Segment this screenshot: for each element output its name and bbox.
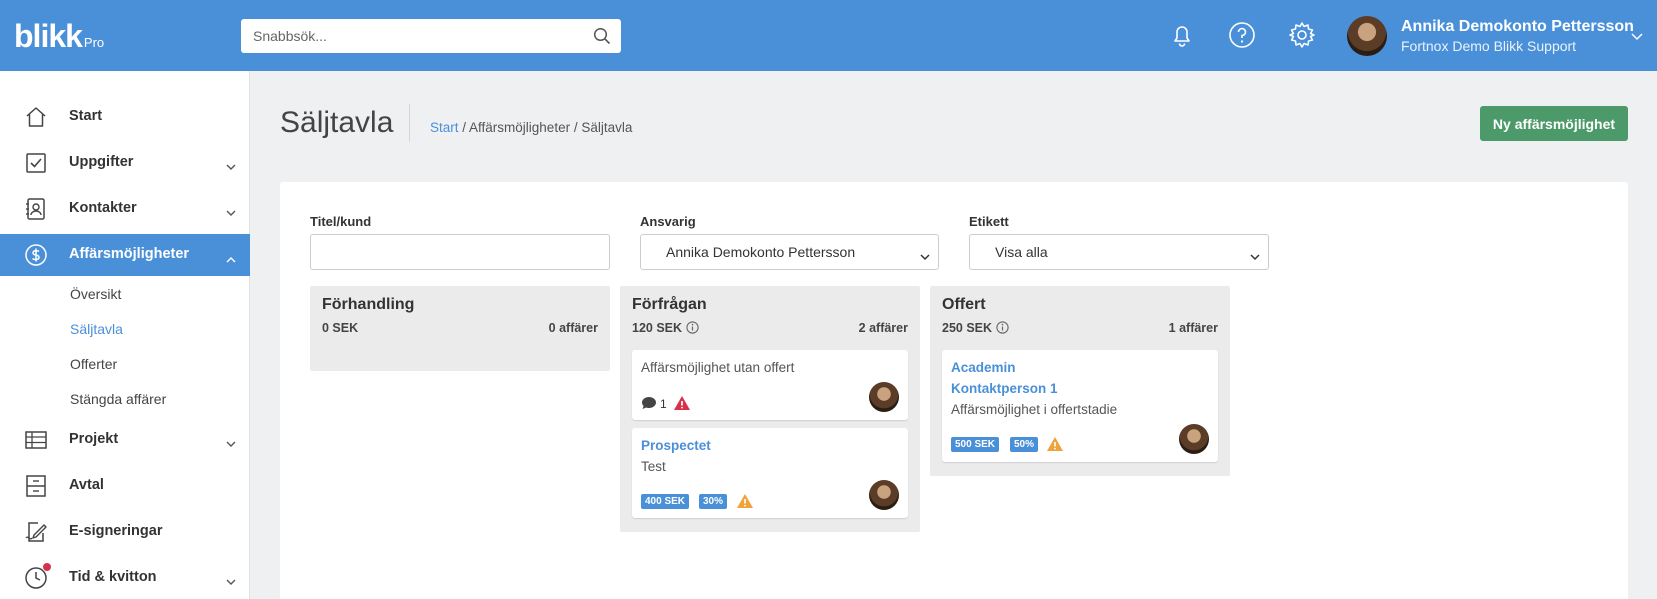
sidebar-item-avtal[interactable]: Avtal xyxy=(0,465,250,507)
sidebar-item-uppgifter[interactable]: Uppgifter xyxy=(0,142,250,184)
page-title: Säljtavla xyxy=(280,106,394,139)
chevron-down-icon xyxy=(226,204,236,222)
search-icon[interactable] xyxy=(593,27,611,50)
comment-icon xyxy=(641,396,657,415)
column-count: 2 affärer xyxy=(858,321,908,335)
card-title[interactable]: Prospectet xyxy=(641,438,711,453)
opportunity-card[interactable]: Prospectet Test 400 SEK 30% xyxy=(632,428,908,518)
column-title: Förhandling xyxy=(322,296,415,313)
tag-filter-select[interactable]: Visa alla xyxy=(969,234,1269,270)
opportunity-card[interactable]: Academin Kontaktperson 1 Affärsmöjlighet… xyxy=(942,350,1218,462)
card-owner-avatar xyxy=(869,480,899,510)
column-title: Förfrågan xyxy=(632,296,707,313)
column-forhandling: Förhandling 0 SEK 0 affärer xyxy=(310,286,610,371)
help-icon[interactable] xyxy=(1227,20,1257,50)
chevron-down-icon xyxy=(226,573,236,591)
chevron-down-icon xyxy=(226,435,236,453)
top-bar: blikkPro Annika Demokonto Pettersson For… xyxy=(0,0,1657,71)
sidebar-item-affarsmojligheter[interactable]: Affärsmöjligheter xyxy=(0,234,250,276)
sidebar-item-start[interactable]: Start xyxy=(0,96,250,138)
title-filter-label: Titel/kund xyxy=(310,214,372,229)
sidebar-item-e-signeringar[interactable]: E-signeringar xyxy=(0,511,250,553)
comment-count: 1 xyxy=(660,397,667,411)
warning-red-icon xyxy=(673,395,691,416)
chevron-down-icon xyxy=(1250,248,1260,264)
title-filter-input[interactable] xyxy=(310,234,610,270)
title-divider xyxy=(409,104,410,142)
sidebar-item-tid-kvitton[interactable]: Tid & kvitton xyxy=(0,557,250,599)
column-count: 0 affärer xyxy=(548,321,598,335)
card-owner-avatar xyxy=(869,382,899,412)
home-icon xyxy=(24,105,48,129)
card-contact[interactable]: Kontaktperson 1 xyxy=(951,381,1058,396)
sidebar-subitem-oversikt[interactable]: Översikt xyxy=(70,286,121,302)
search-box xyxy=(241,19,621,53)
sidebar-subitem-saljtavla[interactable]: Säljtavla xyxy=(70,321,123,337)
card-description: Affärsmöjlighet i offertstadie xyxy=(951,402,1118,417)
opportunity-card[interactable]: Affärsmöjlighet utan offert 1 xyxy=(632,350,908,420)
sidebar-subitem-offerter[interactable]: Offerter xyxy=(70,356,117,372)
notification-dot xyxy=(42,562,52,572)
amount-tag: 500 SEK xyxy=(951,437,1000,452)
amount-tag: 400 SEK xyxy=(641,494,690,509)
chevron-down-icon xyxy=(226,158,236,176)
warning-orange-icon xyxy=(1046,436,1064,457)
new-opportunity-button[interactable]: Ny affärsmöjlighet xyxy=(1480,106,1628,141)
info-icon[interactable] xyxy=(996,321,1009,337)
chevron-up-icon xyxy=(226,250,236,268)
warning-orange-icon xyxy=(736,493,754,514)
user-avatar[interactable] xyxy=(1347,16,1387,56)
breadcrumb-path: / Affärsmöjligheter / Säljtavla xyxy=(458,120,633,135)
checkbox-icon xyxy=(24,151,48,175)
search-input[interactable] xyxy=(241,19,581,53)
sidebar-item-projekt[interactable]: Projekt xyxy=(0,419,250,461)
blikk-logo[interactable]: blikk Pro xyxy=(14,18,104,55)
owner-filter-label: Ansvarig xyxy=(640,214,696,229)
percent-tag: 50% xyxy=(1010,437,1039,452)
percent-tag: 30% xyxy=(699,494,728,509)
chevron-down-icon xyxy=(920,248,930,264)
bell-icon[interactable] xyxy=(1167,20,1197,50)
card-description: Affärsmöjlighet utan offert xyxy=(641,360,795,375)
column-count: 1 affärer xyxy=(1168,321,1218,335)
card-title[interactable]: Academin xyxy=(951,360,1016,375)
user-company: Fortnox Demo Blikk Support xyxy=(1401,38,1577,54)
card-description: Test xyxy=(641,459,666,474)
sidebar-subitem-stangda-affarer[interactable]: Stängda affärer xyxy=(70,391,166,407)
table-icon xyxy=(24,428,48,452)
column-forfragan: Förfrågan 120 SEK 2 affärer Affärsmöjlig… xyxy=(620,286,920,532)
chevron-down-icon[interactable] xyxy=(1631,28,1643,46)
gear-icon[interactable] xyxy=(1287,20,1317,50)
dollar-icon xyxy=(24,243,48,267)
breadcrumb: Start / Affärsmöjligheter / Säljtavla xyxy=(430,120,632,135)
sidebar-item-kontakter[interactable]: Kontakter xyxy=(0,188,250,230)
info-icon[interactable] xyxy=(686,321,699,337)
card-owner-avatar xyxy=(1179,424,1209,454)
column-amount: 120 SEK xyxy=(632,321,699,337)
breadcrumb-start-link[interactable]: Start xyxy=(430,120,459,135)
column-offert: Offert 250 SEK 1 affärer Academin Kontak… xyxy=(930,286,1230,476)
column-amount: 250 SEK xyxy=(942,321,1009,337)
owner-filter-select[interactable]: Annika Demokonto Pettersson xyxy=(640,234,939,270)
column-title: Offert xyxy=(942,296,986,313)
tag-filter-label: Etikett xyxy=(969,214,1009,229)
sidebar: Start Uppgifter Kontakter Affärsmöjlighe… xyxy=(0,71,250,599)
signature-icon xyxy=(24,520,48,544)
cabinet-icon xyxy=(24,474,48,498)
contact-icon xyxy=(24,197,48,221)
user-name[interactable]: Annika Demokonto Pettersson xyxy=(1401,18,1634,36)
column-amount: 0 SEK xyxy=(322,321,359,335)
